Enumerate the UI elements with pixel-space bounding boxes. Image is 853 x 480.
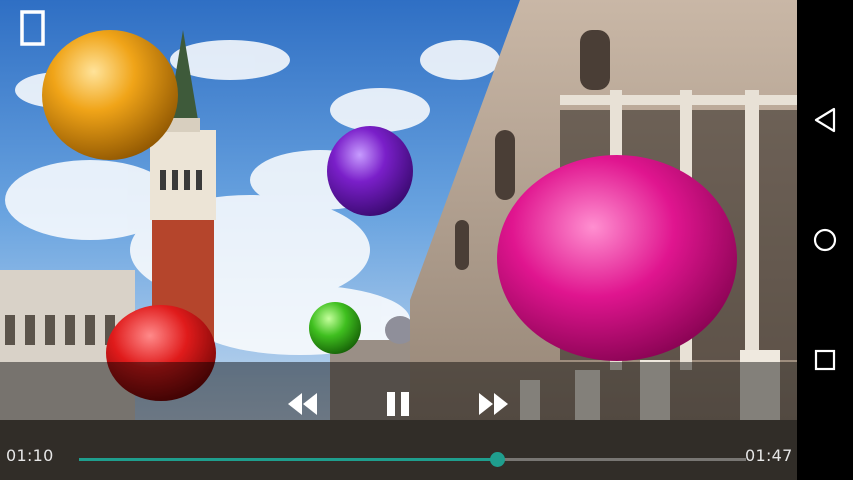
home-circle-icon xyxy=(813,228,837,252)
seek-progress xyxy=(79,458,498,461)
fullscreen-button[interactable] xyxy=(20,10,60,54)
recents-button[interactable] xyxy=(797,332,853,388)
seek-thumb[interactable] xyxy=(490,452,506,467)
orange-balloon xyxy=(42,30,178,160)
green-balloon xyxy=(309,302,361,354)
seek-bar[interactable] xyxy=(79,452,746,467)
pink-balloon xyxy=(497,155,737,361)
rewind-button[interactable] xyxy=(283,386,323,422)
current-time: 01:10 xyxy=(6,446,54,465)
recents-square-icon xyxy=(814,349,836,371)
playback-controls: 01:10 01:47 xyxy=(0,362,797,480)
pause-icon xyxy=(387,392,409,416)
fast-forward-button[interactable] xyxy=(473,386,513,422)
transport-controls xyxy=(0,386,797,422)
pause-button[interactable] xyxy=(378,386,418,422)
fullscreen-toggle-icon xyxy=(20,10,45,46)
home-button[interactable] xyxy=(797,212,853,268)
purple-balloon xyxy=(327,126,413,216)
video-player[interactable]: 01:10 01:47 xyxy=(0,0,797,480)
back-triangle-icon xyxy=(814,107,836,133)
system-navigation-bar xyxy=(797,0,853,480)
back-button[interactable] xyxy=(797,92,853,148)
fast-forward-icon xyxy=(479,393,508,415)
total-time: 01:47 xyxy=(745,446,793,465)
rewind-icon xyxy=(288,393,317,415)
